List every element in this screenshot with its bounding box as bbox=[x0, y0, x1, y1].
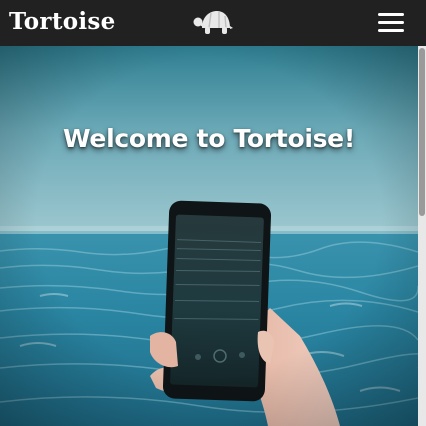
tortoise-icon[interactable] bbox=[192, 6, 234, 38]
hero-image bbox=[0, 46, 418, 426]
hero-title: Welcome to Tortoise! bbox=[63, 124, 355, 153]
hamburger-line bbox=[378, 29, 404, 32]
brand-logo-text[interactable]: Tortoise bbox=[9, 6, 116, 38]
hamburger-line bbox=[378, 21, 404, 24]
hamburger-menu-button[interactable] bbox=[378, 13, 404, 33]
scrollbar-thumb[interactable] bbox=[419, 48, 425, 216]
hero-section: Welcome to Tortoise! bbox=[0, 46, 418, 426]
hamburger-menu-icon bbox=[378, 13, 404, 16]
navbar: Tortoise bbox=[0, 0, 426, 46]
page-scrollbar[interactable] bbox=[418, 46, 426, 426]
